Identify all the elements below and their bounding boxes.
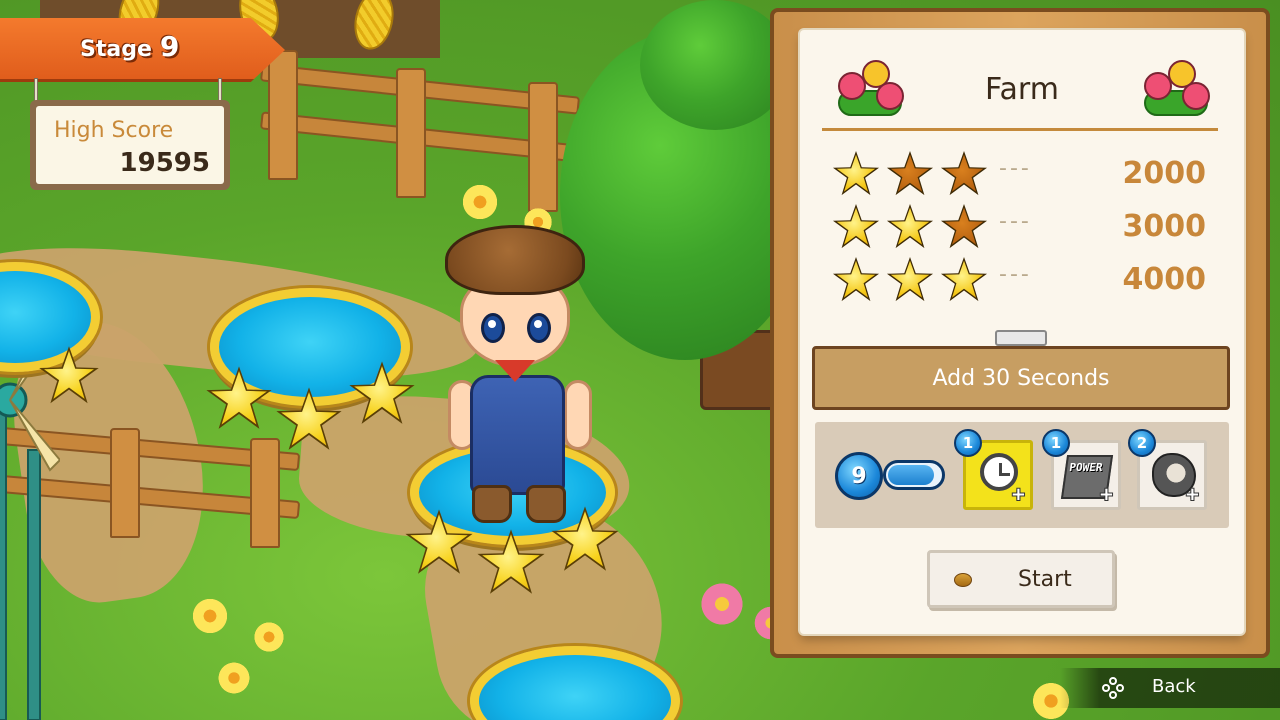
sign-rope	[218, 78, 222, 102]
lives-count: 9	[851, 463, 867, 489]
sign-rope	[34, 78, 38, 102]
item-count-badge: 2	[1128, 429, 1156, 457]
start-button[interactable]: Start	[927, 550, 1115, 608]
star-icon	[832, 256, 880, 302]
fence-post	[110, 428, 140, 538]
star-icon	[940, 203, 988, 249]
stage-number: 9	[159, 30, 180, 63]
tree-canopy	[640, 0, 790, 130]
score-tier-row: --- 2000	[832, 150, 1212, 196]
plus-icon: +	[1010, 484, 1026, 505]
star-icon	[886, 150, 934, 196]
seed-icon	[954, 573, 972, 587]
lives-gauge	[883, 460, 945, 490]
high-score-label: High Score	[54, 118, 174, 143]
flower-icon	[216, 660, 252, 696]
fence-post	[396, 68, 426, 198]
item-slot-power[interactable]: 1 POWER +	[1042, 429, 1121, 510]
score-tier-row: --- 4000	[832, 256, 1212, 302]
item-description-bar: Add 30 Seconds	[812, 346, 1230, 410]
high-score-value: 19595	[119, 148, 210, 178]
player-character	[440, 225, 600, 535]
star-icon	[940, 150, 988, 196]
score-tier-points: 2000	[1122, 156, 1207, 191]
stage-label: Stage	[80, 37, 152, 62]
score-tier-dashes: ---	[999, 209, 1032, 234]
score-tier-points: 4000	[1122, 262, 1207, 297]
item-count-badge: 1	[954, 429, 982, 457]
item-description-text: Add 30 Seconds	[932, 366, 1110, 391]
item-slot-alarm-clock[interactable]: 1 +	[954, 429, 1033, 510]
title-divider	[822, 128, 1218, 131]
fence-post	[250, 438, 280, 548]
star-icon	[832, 150, 880, 196]
flower-icon	[698, 580, 746, 628]
back-button[interactable]: Back	[1152, 676, 1196, 697]
plus-icon: +	[1184, 484, 1200, 505]
star-icon	[886, 256, 934, 302]
paper-clip	[995, 330, 1047, 346]
score-tier-dashes: ---	[999, 262, 1032, 287]
item-count-badge: 1	[1042, 429, 1070, 457]
star-icon	[832, 203, 880, 249]
score-tier-points: 3000	[1122, 209, 1207, 244]
item-slot-bird[interactable]: 2 +	[1128, 429, 1207, 510]
start-button-label: Start	[1018, 567, 1072, 592]
stage-title: Farm	[985, 72, 1059, 107]
flower-icon	[190, 596, 230, 636]
score-tier-row: --- 3000	[832, 203, 1212, 249]
controller-face-buttons-icon	[1102, 677, 1124, 699]
water-drop-icon: 9	[835, 452, 883, 500]
plus-icon: +	[1098, 484, 1114, 505]
stage-banner-title: Stage 9	[80, 30, 179, 63]
fence-post	[528, 82, 558, 212]
flower-icon	[252, 620, 286, 654]
score-tier-dashes: ---	[999, 156, 1032, 181]
fence-post	[268, 50, 298, 180]
lives-gauge-fill	[888, 465, 935, 485]
high-score-sign: High Score 19595	[30, 100, 230, 190]
star-icon	[940, 256, 988, 302]
star-icon	[886, 203, 934, 249]
power-card-label: POWER	[1068, 461, 1104, 474]
flower-icon	[460, 182, 500, 222]
